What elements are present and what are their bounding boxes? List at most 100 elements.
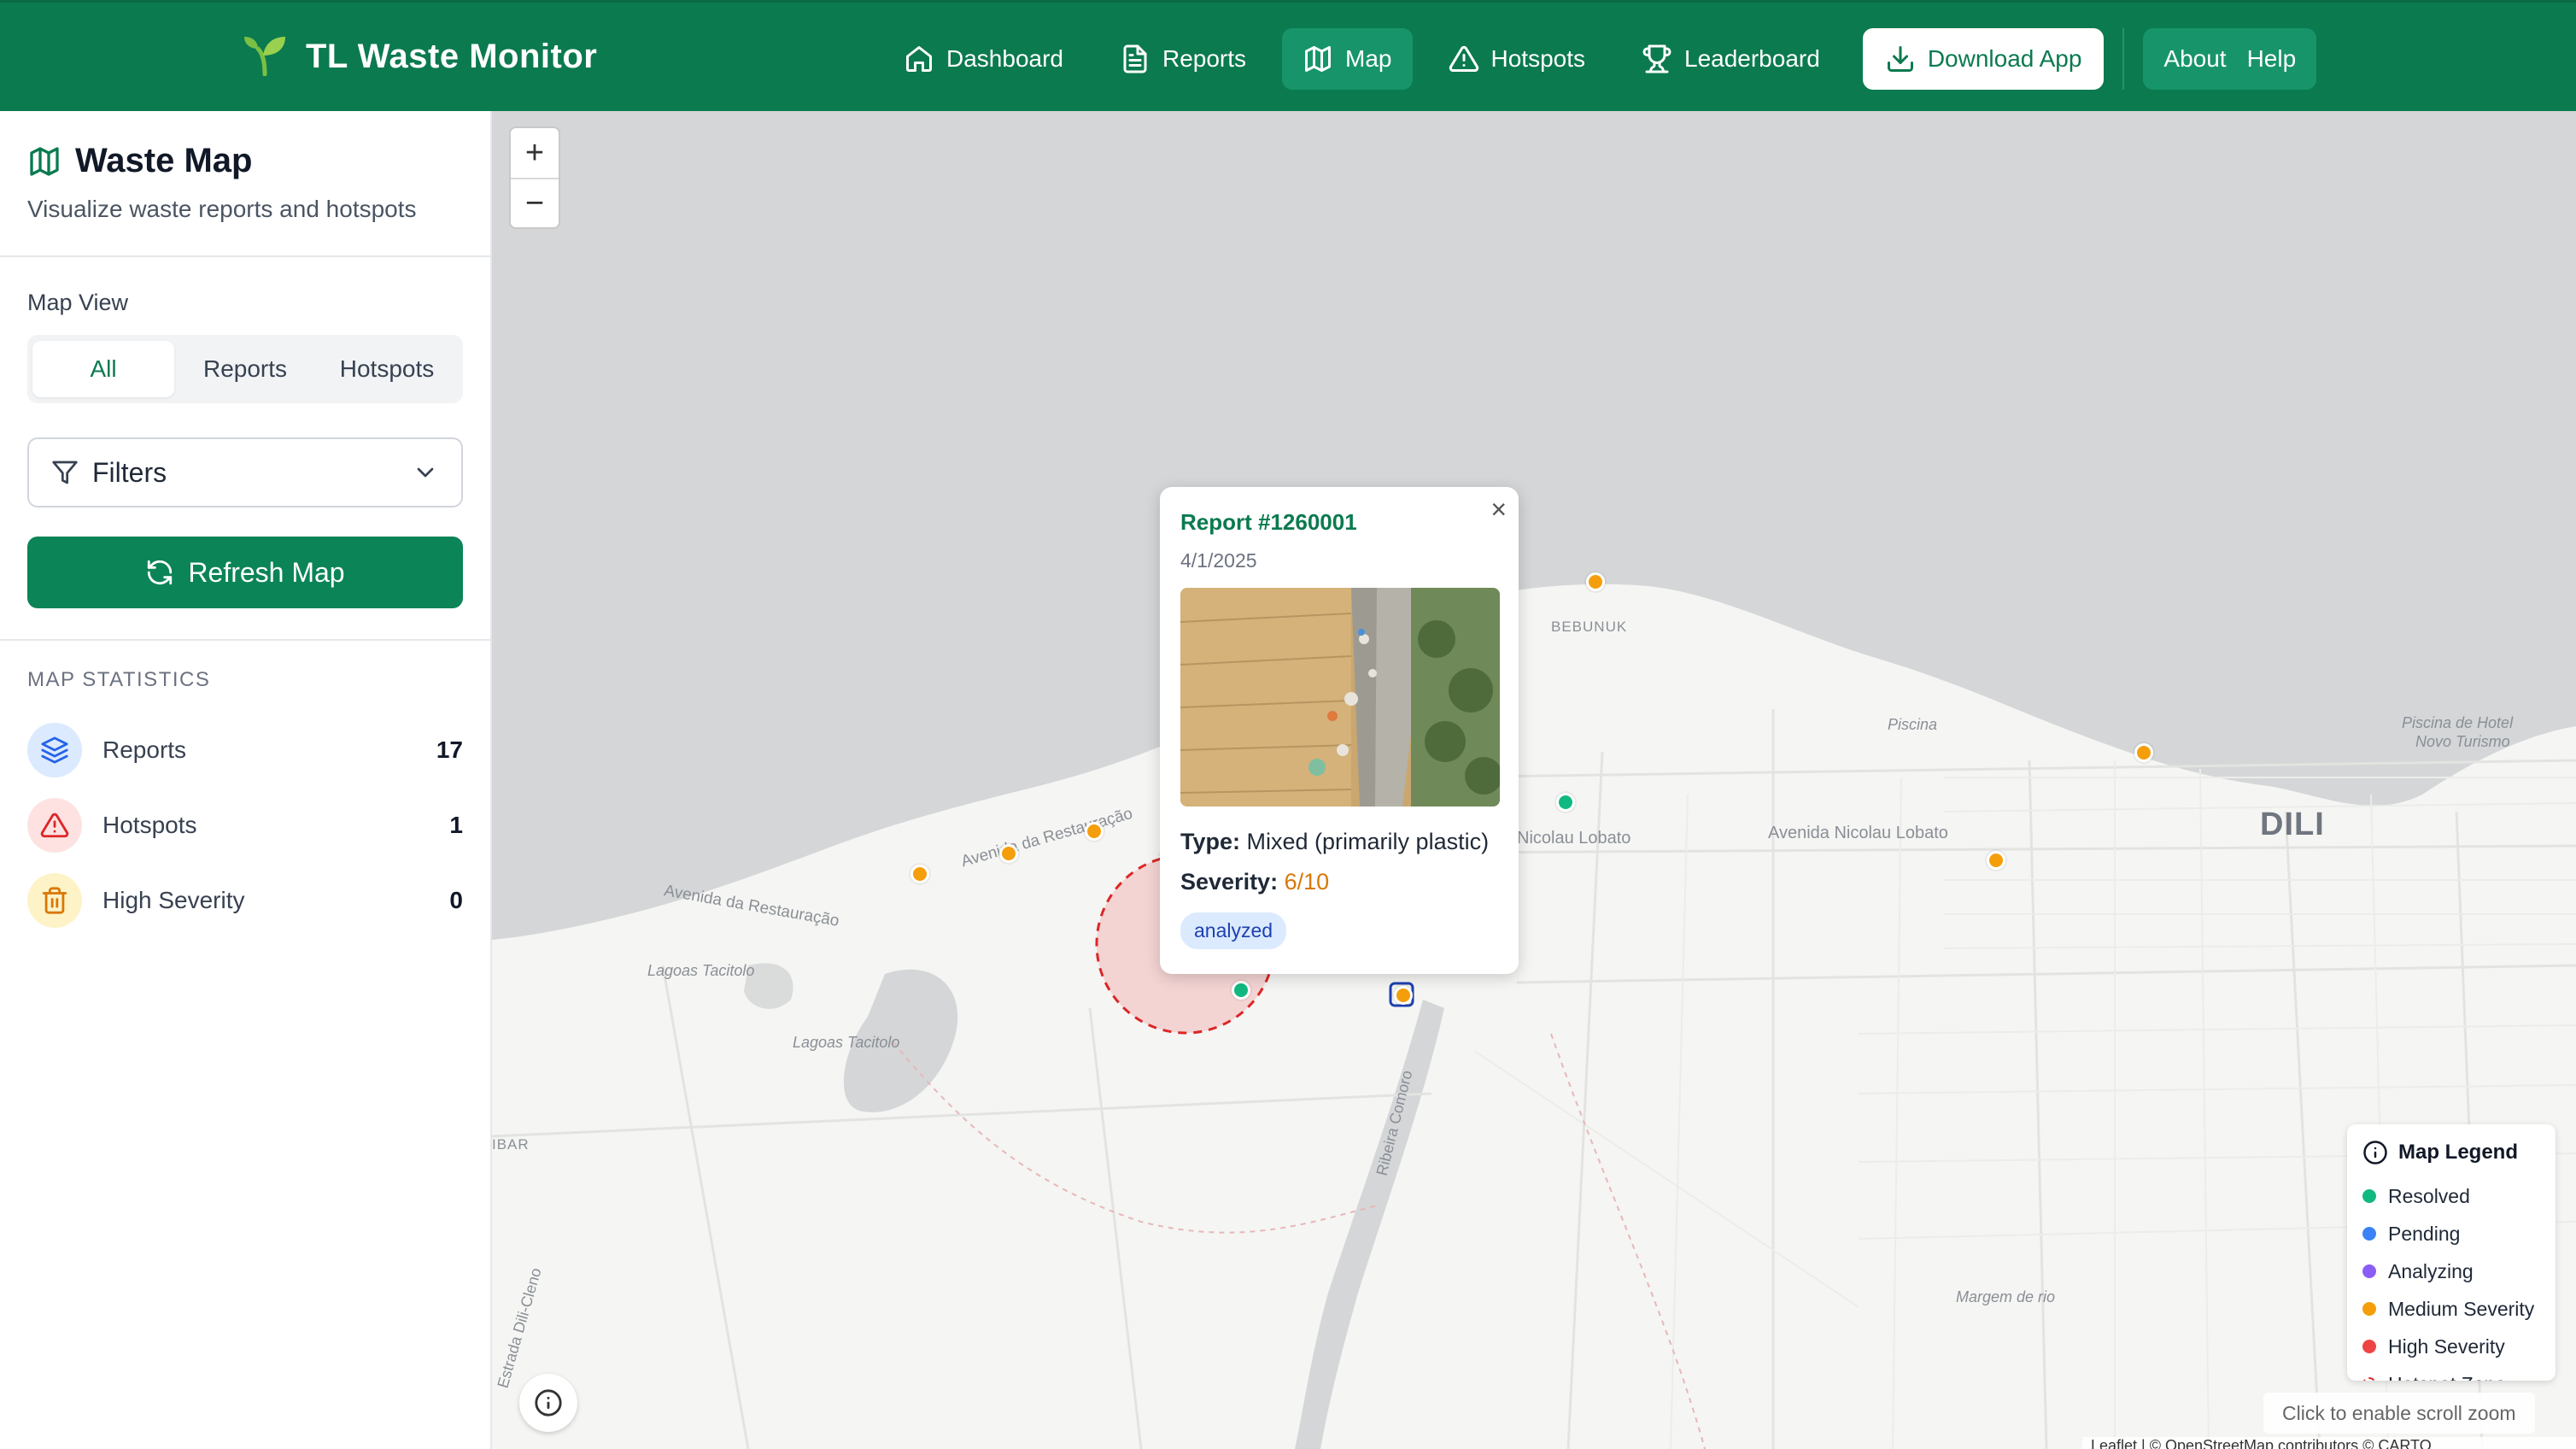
home-icon (906, 46, 932, 72)
nav-map-label: Map (1345, 45, 1392, 72)
map-label-piscina-hotel-2: Novo Turismo (2415, 733, 2510, 750)
download-app-label: Download App (1927, 45, 2082, 72)
nav-leaderboard[interactable]: Leaderboard (1621, 28, 1841, 90)
report-marker[interactable] (1556, 793, 1575, 812)
popup-type-value: Mixed (primarily plastic) (1246, 829, 1490, 854)
main-nav: Dashboard Reports Map Hotspots Leaderboa… (883, 28, 2317, 90)
filters-dropdown[interactable]: Filters (27, 437, 463, 507)
view-hotspots-tab[interactable]: Hotspots (316, 341, 458, 397)
nav-reports-label: Reports (1162, 45, 1247, 72)
nav-secondary: About Help (2143, 28, 2317, 90)
report-photo (1180, 588, 1500, 807)
nav-about-label: About (2163, 45, 2227, 72)
alert-triangle-icon (27, 798, 82, 853)
stat-hotspots-label: Hotspots (102, 812, 197, 838)
view-all-tab[interactable]: All (32, 341, 174, 397)
legend-item-hotspot-zone: Hotspot Zone (2362, 1365, 2540, 1381)
alert-triangle-icon (1449, 45, 1478, 72)
map-label-avenida-lobato-1: Nicolau Lobato (1517, 829, 1631, 848)
legend-label: High Severity (2388, 1335, 2505, 1358)
legend-label: Analyzing (2388, 1259, 2474, 1282)
zoom-in-button[interactable]: + (511, 128, 559, 178)
legend-item-pending: Pending (2362, 1215, 2540, 1252)
map-info-button[interactable] (519, 1374, 577, 1432)
map-canvas[interactable]: BEBUNUK Piscina Piscina de Hotel Novo Tu… (492, 111, 2576, 1449)
selected-report-marker[interactable] (1394, 986, 1413, 1005)
legend-label: Medium Severity (2388, 1297, 2535, 1320)
map-attribution[interactable]: Leaflet | © OpenStreetMap contributors ©… (2082, 1437, 2576, 1449)
report-marker[interactable] (999, 844, 1018, 863)
popup-type: Type: Mixed (primarily plastic) (1180, 829, 1498, 855)
sidebar-subtitle: Visualize waste reports and hotspots (27, 196, 417, 222)
legend-title: Map Legend (2362, 1140, 2540, 1165)
legend-dot (2362, 1264, 2376, 1278)
file-text-icon (1123, 44, 1147, 73)
info-icon (535, 1389, 562, 1417)
legend-dot (2362, 1189, 2376, 1203)
legend-item-resolved: Resolved (2362, 1177, 2540, 1215)
map-label-bebunuk: BEBUNUK (1551, 619, 1628, 635)
popup-severity: Severity: 6/10 (1180, 869, 1498, 895)
report-marker[interactable] (910, 865, 929, 883)
map-label-piscina-hotel-1: Piscina de Hotel (2402, 714, 2514, 731)
map-label-lagoas-2: Lagoas Tacitolo (793, 1034, 900, 1051)
scroll-zoom-hint[interactable]: Click to enable scroll zoom (2263, 1393, 2535, 1434)
nav-reports[interactable]: Reports (1099, 28, 1267, 90)
popup-title: Report #1260001 (1180, 509, 1357, 535)
download-app-button[interactable]: Download App (1862, 28, 2105, 90)
stat-reports-value: 17 (436, 736, 463, 763)
sidebar-header: Waste Map Visualize waste reports and ho… (0, 111, 490, 257)
brand[interactable]: TL Waste Monitor (243, 33, 597, 80)
info-icon (2363, 1141, 2387, 1164)
view-reports-tab[interactable]: Reports (174, 341, 316, 397)
map-icon (30, 146, 59, 176)
chevron-down-icon (417, 467, 434, 478)
nav-leaderboard-label: Leaderboard (1684, 45, 1820, 72)
nav-help-label: Help (2246, 45, 2297, 72)
legend-item-analyzing: Analyzing (2362, 1252, 2540, 1290)
nav-divider (2122, 28, 2125, 90)
map-label-dili: DILI (2260, 807, 2325, 842)
map-label-piscina: Piscina (1888, 716, 1938, 733)
status-badge: analyzed (1180, 912, 1287, 949)
legend-dot (2362, 1227, 2376, 1241)
trophy-icon (1642, 44, 1671, 73)
zoom-out-button[interactable]: − (511, 178, 559, 227)
app-title: TL Waste Monitor (306, 38, 598, 75)
legend-dot (2362, 1302, 2376, 1316)
report-popup: × Report #1260001 4/1/2025 Type: Mixed (… (1160, 487, 1519, 974)
nav-hotspots[interactable]: Hotspots (1428, 28, 1607, 90)
filter-icon (52, 461, 78, 484)
report-marker[interactable] (2134, 743, 2153, 762)
report-marker[interactable] (1586, 572, 1605, 591)
layers-icon (27, 723, 82, 777)
refresh-map-button[interactable]: Refresh Map (27, 537, 463, 608)
report-marker[interactable] (1987, 851, 2005, 870)
stat-high-severity-value: 0 (449, 887, 463, 913)
stat-high-severity: High Severity 0 (27, 863, 463, 938)
map-label-margem: Margem de rio (1956, 1288, 2056, 1305)
legend-label: Resolved (2388, 1184, 2470, 1207)
nav-dashboard-label: Dashboard (946, 45, 1063, 72)
map-legend: Map Legend Resolved Pending Analyzing Me… (2347, 1124, 2556, 1381)
nav-about[interactable]: About (2153, 28, 2236, 90)
map-label-ibar: IBAR (492, 1136, 530, 1153)
nav-help[interactable]: Help (2237, 28, 2307, 90)
legend-title-text: Map Legend (2398, 1141, 2519, 1164)
nav-dashboard[interactable]: Dashboard (883, 28, 1084, 90)
sprout-icon (243, 33, 289, 80)
map-basemap (492, 111, 2576, 1449)
report-marker[interactable] (1085, 822, 1104, 841)
sidebar: Waste Map Visualize waste reports and ho… (0, 111, 492, 1449)
popup-date: 4/1/2025 (1180, 549, 1257, 572)
nav-map[interactable]: Map (1282, 28, 1413, 90)
map-label-lagoas-1: Lagoas Tacitolo (647, 962, 755, 979)
popup-severity-label: Severity: (1180, 869, 1279, 895)
close-icon[interactable]: × (1490, 494, 1507, 525)
map-icon (1305, 46, 1332, 72)
filters-label: Filters (92, 456, 167, 488)
report-marker[interactable] (1232, 981, 1250, 1000)
legend-dot (2362, 1340, 2376, 1353)
popup-severity-value: 6/10 (1284, 869, 1330, 895)
refresh-map-label: Refresh Map (188, 556, 345, 588)
